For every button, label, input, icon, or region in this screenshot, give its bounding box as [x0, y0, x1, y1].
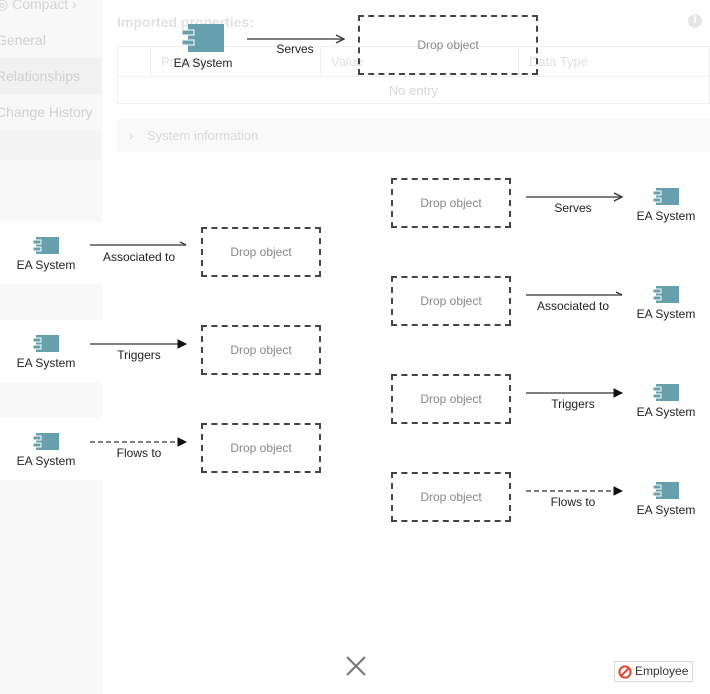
- edge-label-in-associated: Associated to: [536, 299, 610, 313]
- incoming-drop-source-4[interactable]: Drop object: [391, 472, 511, 522]
- outgoing-drop-target-3[interactable]: Drop object: [201, 423, 321, 473]
- edge-label-out-flows: Flows to: [116, 446, 162, 460]
- incoming-drop-source-1[interactable]: Drop object: [391, 178, 511, 228]
- application-component-icon: [653, 286, 679, 303]
- incoming-target-node-1[interactable]: EA System: [626, 188, 706, 223]
- incoming-target-node-2[interactable]: EA System: [626, 286, 706, 321]
- node-label: EA System: [636, 209, 696, 223]
- prohibited-icon: [618, 664, 632, 679]
- close-button[interactable]: [344, 654, 368, 678]
- application-component-icon: [653, 384, 679, 401]
- node-label: EA System: [173, 56, 233, 70]
- close-icon: [346, 656, 366, 676]
- incoming-drop-source-2[interactable]: Drop object: [391, 276, 511, 326]
- application-component-icon: [33, 237, 59, 254]
- application-component-icon: [33, 433, 59, 450]
- application-component-icon: [33, 335, 59, 352]
- application-component-icon: [653, 482, 679, 499]
- node-label: EA System: [636, 307, 696, 321]
- outgoing-source-node-2[interactable]: EA System: [6, 335, 86, 370]
- edge-label-out-triggers: Triggers: [117, 348, 161, 362]
- badge-label: Employee: [635, 664, 689, 678]
- node-label: EA System: [636, 503, 696, 517]
- employee-badge[interactable]: Employee: [614, 661, 694, 682]
- application-component-icon: [653, 188, 679, 205]
- edge-label-out-associated: Associated to: [102, 250, 176, 264]
- incoming-target-node-4[interactable]: EA System: [626, 482, 706, 517]
- edge-label-top: Serves: [276, 42, 314, 56]
- outgoing-source-node-3[interactable]: EA System: [6, 433, 86, 468]
- node-label: EA System: [16, 258, 76, 272]
- node-label: EA System: [16, 356, 76, 370]
- edge-label-in-flows: Flows to: [550, 495, 596, 509]
- application-component-icon: [182, 24, 224, 52]
- node-label: EA System: [16, 454, 76, 468]
- incoming-target-node-3[interactable]: EA System: [626, 384, 706, 419]
- outgoing-source-node-1[interactable]: EA System: [6, 237, 86, 272]
- edge-label-in-serves: Serves: [554, 201, 592, 215]
- outgoing-drop-target-2[interactable]: Drop object: [201, 325, 321, 375]
- top-source-node[interactable]: EA System: [163, 24, 243, 70]
- node-label: EA System: [636, 405, 696, 419]
- relationship-edges: [90, 0, 710, 694]
- outgoing-drop-target-1[interactable]: Drop object: [201, 227, 321, 277]
- incoming-drop-source-3[interactable]: Drop object: [391, 374, 511, 424]
- top-drop-target[interactable]: Drop object: [358, 15, 538, 75]
- edge-label-in-triggers: Triggers: [551, 397, 595, 411]
